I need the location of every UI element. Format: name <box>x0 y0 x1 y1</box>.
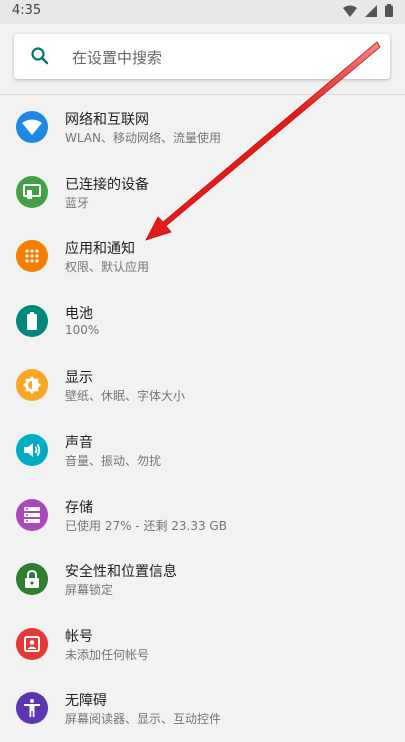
settings-item-subtitle: 蓝牙 <box>65 195 90 210</box>
settings-item-title: 帐号 <box>65 628 93 645</box>
settings-item-title: 网络和互联网 <box>65 112 149 128</box>
settings-item-title: 电池 <box>65 305 93 322</box>
apps-grid-icon <box>25 249 39 263</box>
status-time: 4:35 <box>12 3 42 18</box>
settings-item-subtitle: WLAN、移动网络、流量使用 <box>65 131 222 145</box>
accessibility-icon <box>24 699 40 718</box>
settings-item-connected-devices[interactable]: 已连接的设备 蓝牙 <box>0 161 405 226</box>
status-icons <box>343 4 393 17</box>
network-icon-badge <box>16 111 48 143</box>
display-icon-badge <box>16 369 48 402</box>
settings-item-accessibility[interactable]: 无障碍 屏幕阅读器、显示、互动控件 <box>0 677 405 742</box>
wifi-icon <box>22 119 42 135</box>
security-icon-badge <box>16 563 48 596</box>
apps-icon-badge <box>16 240 48 273</box>
divider <box>0 94 405 95</box>
volume-icon <box>24 442 41 457</box>
storage-icon-badge <box>16 498 48 531</box>
settings-item-subtitle: 屏幕锁定 <box>65 583 114 598</box>
search-icon <box>30 46 50 70</box>
settings-item-title: 无障碍 <box>65 693 107 710</box>
settings-item-subtitle: 屏幕阅读器、显示、互动控件 <box>65 712 222 727</box>
brightness-icon <box>23 376 41 395</box>
settings-item-sound[interactable]: 声音 音量、振动、勿扰 <box>0 419 405 484</box>
settings-item-accounts[interactable]: 帐号 未添加任何帐号 <box>0 613 405 678</box>
connected-devices-icon <box>23 183 41 199</box>
settings-item-title: 已连接的设备 <box>65 176 149 193</box>
settings-item-subtitle: 100% <box>65 322 100 337</box>
search-input[interactable]: 在设置中搜索 <box>72 47 162 68</box>
sound-icon-badge <box>16 433 48 466</box>
lock-icon <box>25 570 39 589</box>
settings-item-title: 应用和通知 <box>65 241 135 258</box>
settings-item-display[interactable]: 显示 壁纸、休眠、字体大小 <box>0 354 405 419</box>
wifi-signal-icon <box>343 5 357 17</box>
settings-item-storage[interactable]: 存储 已使用 27% - 还剩 23.33 GB <box>0 484 405 549</box>
accessibility-icon-badge <box>16 692 48 725</box>
settings-item-battery[interactable]: 电池 100% <box>0 290 405 355</box>
settings-list: 网络和互联网 WLAN、移动网络、流量使用 已连接的设备 蓝牙 应用和通知 权限… <box>0 96 405 742</box>
battery-status-icon <box>385 4 393 17</box>
settings-item-apps[interactable]: 应用和通知 权限、默认应用 <box>0 225 405 290</box>
battery-icon <box>27 311 37 330</box>
settings-item-subtitle: 音量、振动、勿扰 <box>65 453 162 468</box>
settings-item-subtitle: 权限、默认应用 <box>65 260 150 275</box>
battery-icon-badge <box>16 304 48 337</box>
settings-item-title: 存储 <box>65 499 93 516</box>
settings-item-subtitle: 壁纸、休眠、字体大小 <box>65 389 186 404</box>
account-icon <box>24 635 40 652</box>
search-bar[interactable]: 在设置中搜索 <box>14 34 390 79</box>
cell-signal-icon <box>365 4 377 17</box>
settings-item-title: 安全性和位置信息 <box>65 564 177 581</box>
settings-item-title: 声音 <box>65 434 93 451</box>
settings-item-network[interactable]: 网络和互联网 WLAN、移动网络、流量使用 <box>0 96 405 161</box>
settings-item-subtitle: 已使用 27% - 还剩 23.33 GB <box>65 518 227 533</box>
settings-item-subtitle: 未添加任何帐号 <box>65 647 150 662</box>
storage-icon <box>24 506 40 523</box>
settings-item-title: 显示 <box>65 370 93 387</box>
connected-devices-icon-badge <box>16 175 48 208</box>
status-bar: 4:35 <box>0 0 405 24</box>
settings-item-security[interactable]: 安全性和位置信息 屏幕锁定 <box>0 548 405 613</box>
account-icon-badge <box>16 627 48 660</box>
